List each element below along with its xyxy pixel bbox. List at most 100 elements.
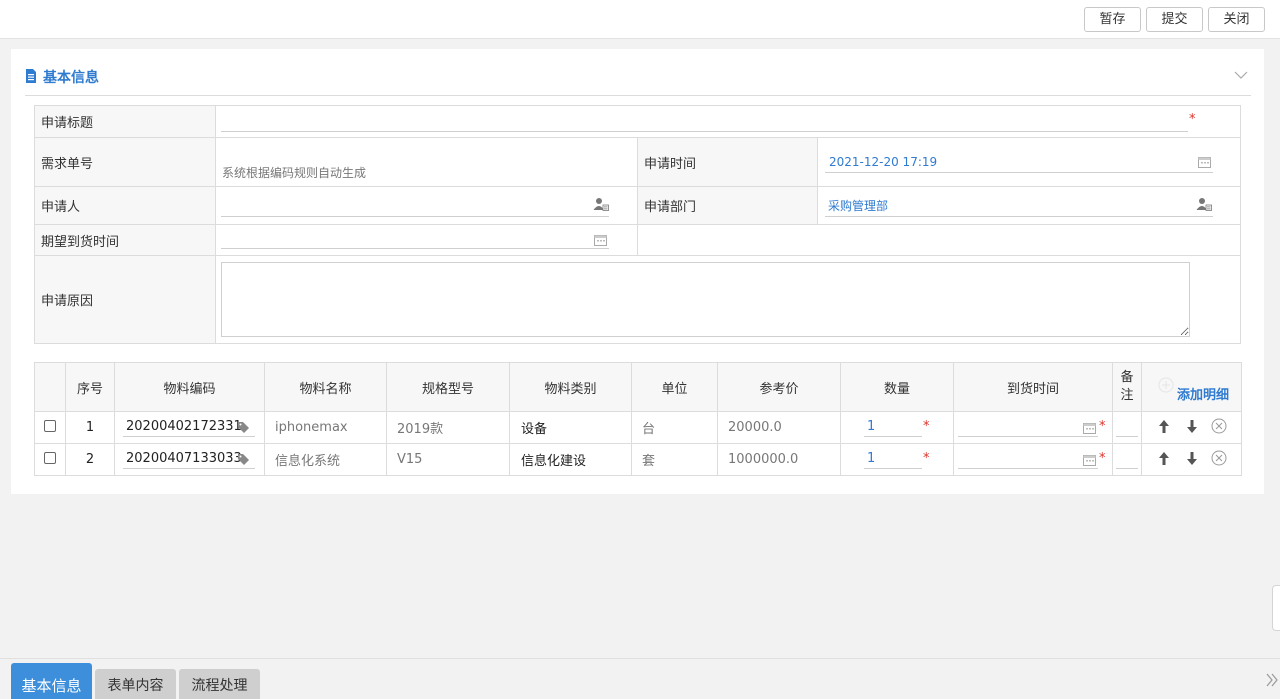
apply-time-input[interactable]: 2021-12-20 17:19: [829, 155, 937, 169]
form-row-title: 申请标题 *: [35, 106, 1240, 138]
user-select-icon[interactable]: [1196, 197, 1212, 211]
remark-cell: [1112, 443, 1142, 476]
col-header: 参考价: [717, 362, 841, 412]
arrival-time-cell: *: [953, 443, 1113, 476]
title-label: 申请标题: [35, 106, 216, 137]
expect-time-input[interactable]: [222, 231, 582, 249]
col-header: 物料编码: [114, 362, 265, 412]
close-button[interactable]: 关闭: [1208, 7, 1265, 32]
reason-textarea[interactable]: [221, 262, 1190, 337]
col-header: 备注: [1112, 362, 1142, 412]
dept-underline: [825, 216, 1213, 217]
applicant-label: 申请人: [35, 187, 216, 224]
expect-label: 期望到货时间: [35, 225, 216, 255]
applicant-input[interactable]: [222, 197, 582, 215]
remark-input[interactable]: [1116, 448, 1136, 466]
row-actions-cell: [1141, 443, 1242, 476]
chevron-down-icon[interactable]: [1233, 69, 1249, 81]
tag-icon[interactable]: [237, 421, 250, 433]
field-underline: [123, 468, 255, 469]
section-header[interactable]: 基本信息: [25, 63, 1251, 96]
title-underline: [221, 131, 1188, 132]
arrival-time-cell: *: [953, 411, 1113, 444]
row-seq: 2: [65, 443, 115, 476]
calendar-icon[interactable]: [1198, 156, 1211, 168]
dept-input[interactable]: 采购管理部: [828, 197, 888, 214]
add-detail-label: 添加明细: [1177, 388, 1230, 403]
user-select-icon[interactable]: [593, 197, 609, 211]
header-checkbox-col: [34, 362, 66, 412]
col-header: 序号: [65, 362, 115, 412]
row-checkbox-cell: [34, 443, 66, 476]
row-actions-cell: [1141, 411, 1242, 444]
side-drawer-handle[interactable]: [1272, 585, 1280, 631]
quantity-input[interactable]: 1: [867, 419, 875, 434]
arrival-time-input[interactable]: [960, 448, 1080, 466]
remark-input[interactable]: [1116, 416, 1136, 434]
field-underline: [864, 468, 922, 469]
required-mark: *: [923, 419, 930, 434]
save-draft-button[interactable]: 暂存: [1084, 7, 1141, 32]
arrival-time-input[interactable]: [960, 416, 1080, 434]
title-input[interactable]: [222, 112, 1182, 130]
reference-price: 1000000.0: [717, 443, 841, 476]
tab-basic-info[interactable]: 基本信息: [11, 663, 92, 699]
field-underline: [1116, 468, 1138, 469]
material-code[interactable]: 20200402172331: [126, 419, 242, 434]
required-mark: *: [923, 451, 930, 466]
col-header: 数量: [840, 362, 954, 412]
field-underline: [958, 436, 1098, 437]
material-category: 信息化建设: [509, 443, 632, 476]
section-title: 基本信息: [43, 70, 99, 86]
material-code-cell: 20200407133033: [114, 443, 265, 476]
required-mark: *: [1099, 419, 1106, 434]
reason-label: 申请原因: [35, 256, 216, 343]
quantity-input[interactable]: 1: [867, 451, 875, 466]
remove-icon[interactable]: [1211, 418, 1227, 434]
calendar-icon[interactable]: [594, 234, 607, 246]
remove-icon[interactable]: [1211, 450, 1227, 466]
quantity-cell: 1 *: [840, 411, 954, 444]
arrow-up-icon[interactable]: [1159, 420, 1169, 433]
required-mark: *: [1099, 451, 1106, 466]
add-detail-button[interactable]: 添加明细: [1141, 362, 1242, 412]
tag-icon[interactable]: [237, 453, 250, 465]
material-code[interactable]: 20200407133033: [126, 451, 242, 466]
quantity-cell: 1 *: [840, 443, 954, 476]
form-row-expect: 期望到货时间: [35, 225, 1240, 256]
material-category: 设备: [509, 411, 632, 444]
row-checkbox-cell: [34, 411, 66, 444]
arrow-down-icon[interactable]: [1187, 452, 1197, 465]
dept-label: 申请部门: [637, 187, 818, 224]
tab-process[interactable]: 流程处理: [179, 669, 260, 699]
calendar-icon[interactable]: [1083, 454, 1096, 466]
arrow-up-icon[interactable]: [1159, 452, 1169, 465]
row-checkbox[interactable]: [44, 451, 56, 464]
required-mark: *: [1189, 112, 1196, 127]
bottom-tab-bar: 基本信息 表单内容 流程处理: [0, 658, 1280, 699]
form-row-reason: 申请原因: [35, 256, 1240, 343]
row-seq: 1: [65, 411, 115, 444]
applicant-underline: [221, 216, 609, 217]
expand-icon[interactable]: [1266, 672, 1278, 688]
req-no-placeholder: 系统根据编码规则自动生成: [222, 166, 367, 180]
apply-time-underline: [825, 172, 1213, 173]
table-row: 2 20200407133033 信息化系统 V15 信息化建设 套 10000…: [34, 443, 1242, 476]
apply-time-label: 申请时间: [637, 138, 818, 186]
form-row-applicant: 申请人 申请部门 采购管理部: [35, 187, 1240, 225]
row-checkbox[interactable]: [44, 419, 56, 432]
expect-underline: [221, 248, 609, 249]
col-header: 到货时间: [953, 362, 1113, 412]
calendar-icon[interactable]: [1083, 422, 1096, 434]
top-toolbar: 暂存 提交 关闭: [0, 0, 1280, 39]
tab-form-content[interactable]: 表单内容: [95, 669, 176, 699]
form-row-reqno: 需求单号 系统根据编码规则自动生成 申请时间 2021-12-20 17:19: [35, 138, 1240, 187]
material-unit: 套: [631, 443, 718, 476]
material-spec: 2019款: [386, 411, 510, 444]
submit-button[interactable]: 提交: [1146, 7, 1203, 32]
req-no-label: 需求单号: [35, 138, 216, 186]
field-underline: [123, 436, 255, 437]
field-underline: [958, 468, 1098, 469]
arrow-down-icon[interactable]: [1187, 420, 1197, 433]
table-row: 1 20200402172331 iphonemax 2019款 设备 台 20…: [34, 411, 1242, 444]
